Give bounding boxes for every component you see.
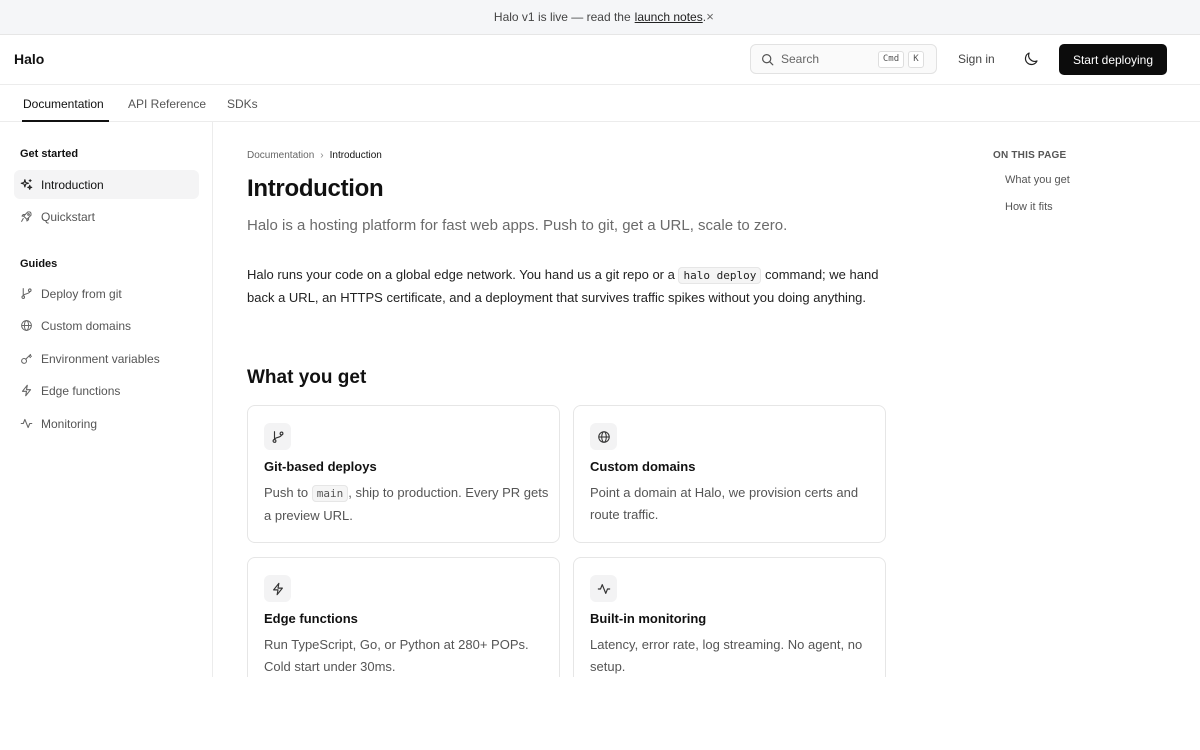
tab-bar: Documentation API Reference SDKs <box>0 85 1200 122</box>
card-description: Point a domain at Halo, we provision cer… <box>590 485 859 522</box>
start-deploying-button[interactable]: Start deploying <box>1059 44 1167 75</box>
sidebar-item-custom-domains[interactable]: Custom domains <box>14 311 199 340</box>
search-icon <box>762 53 774 65</box>
globe-icon <box>21 320 32 331</box>
card-title: Edge functions <box>264 611 358 626</box>
launch-notes-link[interactable]: launch notes <box>635 10 703 24</box>
breadcrumb-documentation[interactable]: Documentation <box>247 150 314 161</box>
page-title: Introduction <box>247 175 384 202</box>
feature-card-monitoring[interactable]: Built-in monitoring Latency, error rate,… <box>573 557 886 677</box>
sidebar-item-label: Monitoring <box>41 416 98 431</box>
sidebar-item-label: Environment variables <box>41 351 160 366</box>
kbd-cmd: Cmd <box>878 51 904 68</box>
breadcrumb-current: Introduction <box>329 150 382 161</box>
sidebar-heading-guides: Guides <box>20 258 58 270</box>
sidebar: Get started Introduction Quickstart Guid… <box>0 122 213 677</box>
feature-card-edge-functions[interactable]: Edge functions Run TypeScript, Go, or Py… <box>247 557 560 677</box>
page-lede: Halo is a hosting platform for fast web … <box>247 217 788 234</box>
docs-page: Halo v1 is live — read the launch notes … <box>0 0 1200 677</box>
zap-icon <box>272 582 283 595</box>
on-this-page-toc: ON THIS PAGE What you get How it fits <box>993 150 1173 213</box>
card-icon-wrap <box>590 575 617 602</box>
sidebar-item-label: Custom domains <box>41 318 132 333</box>
card-icon-wrap <box>264 575 291 602</box>
sparkles-icon <box>20 179 33 190</box>
activity-icon <box>597 583 610 594</box>
sidebar-item-label: Deploy from git <box>41 286 122 301</box>
card-description: Run TypeScript, Go, or Python at 280+ PO… <box>264 637 529 674</box>
tab-sdks[interactable]: SDKs <box>227 97 258 111</box>
announcement-banner: Halo v1 is live — read the launch notes … <box>0 0 1200 35</box>
main-branch-code: main <box>311 485 349 502</box>
card-icon-wrap <box>590 423 617 450</box>
globe-icon <box>597 430 610 443</box>
banner-text: Halo v1 is live — read the <box>493 10 631 24</box>
feature-card-custom-domains[interactable]: Custom domains Point a domain at Halo, w… <box>573 405 886 543</box>
card-title: Git-based deploys <box>264 459 377 474</box>
kbd-k: K <box>908 51 924 68</box>
sidebar-item-label: Quickstart <box>41 209 96 224</box>
key-icon <box>21 353 32 364</box>
rocket-icon <box>21 211 32 222</box>
card-icon-wrap <box>264 423 291 450</box>
toc-item-what-you-get[interactable]: What you get <box>1005 174 1070 186</box>
toc-heading: ON THIS PAGE <box>993 150 1067 161</box>
moon-icon[interactable] <box>1022 50 1040 68</box>
sidebar-item-edge-functions[interactable]: Edge functions <box>14 376 199 405</box>
search-input[interactable]: Search Cmd K <box>750 44 937 74</box>
card-title: Built-in monitoring <box>590 611 707 626</box>
git-branch-icon <box>21 288 32 299</box>
toc-item-how-it-fits[interactable]: How it fits <box>1005 201 1053 213</box>
logo[interactable]: Halo <box>14 51 44 67</box>
sign-in-link[interactable]: Sign in <box>958 52 995 66</box>
activity-icon <box>20 418 33 429</box>
card-description: Latency, error rate, log streaming. No a… <box>590 637 863 674</box>
section-heading-what-you-get: What you get <box>247 367 367 388</box>
close-icon[interactable]: × <box>703 10 717 24</box>
tab-documentation[interactable]: Documentation <box>23 97 104 111</box>
tab-api-reference[interactable]: API Reference <box>128 97 206 111</box>
intro-paragraph: Halo runs your code on a global edge net… <box>247 264 887 309</box>
sidebar-item-label: Introduction <box>41 177 104 192</box>
card-description: Push to main, ship to production. Every … <box>264 482 549 527</box>
top-header: Halo Search Cmd K Sign in Start deployin… <box>0 35 1200 85</box>
feature-card-git-deploys[interactable]: Git-based deploys Push to main, ship to … <box>247 405 560 543</box>
intro-text-before: Halo runs your code on a global edge net… <box>247 267 675 282</box>
halo-deploy-code: halo deploy <box>678 267 762 284</box>
search-placeholder: Search <box>781 52 820 66</box>
card-desc-before: Push to <box>264 485 309 500</box>
card-title: Custom domains <box>590 459 696 474</box>
sidebar-item-environment-variables[interactable]: Environment variables <box>14 344 199 373</box>
sidebar-item-label: Edge functions <box>41 383 121 398</box>
sidebar-item-introduction[interactable]: Introduction <box>14 170 199 199</box>
sidebar-item-deploy-from-git[interactable]: Deploy from git <box>14 279 199 308</box>
sidebar-heading-get-started: Get started <box>20 148 79 160</box>
zap-icon <box>21 384 32 397</box>
git-branch-icon <box>272 430 283 443</box>
sidebar-item-monitoring[interactable]: Monitoring <box>14 409 199 438</box>
breadcrumb: Documentation › Introduction <box>247 150 382 161</box>
breadcrumb-separator: › <box>320 150 324 161</box>
sidebar-item-quickstart[interactable]: Quickstart <box>14 202 199 231</box>
